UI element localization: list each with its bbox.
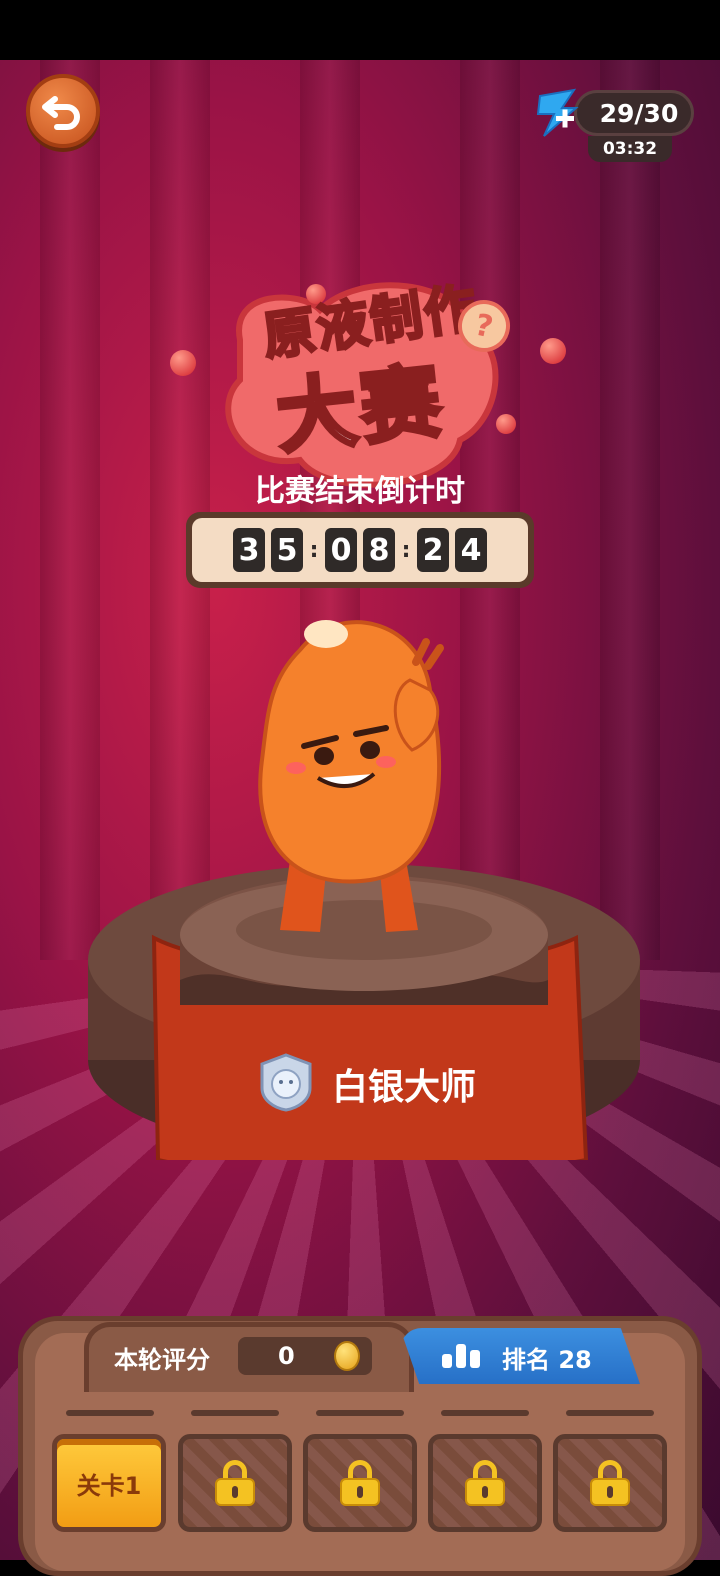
curtain-fold [600, 60, 660, 960]
back-button[interactable] [26, 74, 100, 148]
locked-level-2[interactable] [178, 1434, 292, 1532]
level-1-button[interactable]: 关卡1 [52, 1434, 166, 1532]
lock-icon [590, 1460, 630, 1506]
level-divider [316, 1410, 404, 1416]
decor-dot [496, 414, 516, 434]
lock-icon [465, 1460, 505, 1506]
energy-counter[interactable]: 29/30 03:32 [534, 86, 696, 166]
lock-icon [340, 1460, 380, 1506]
countdown-digit: 3 [233, 528, 265, 572]
status-bar [0, 0, 720, 60]
level-divider [441, 1410, 529, 1416]
energy-timer: 03:32 [588, 136, 672, 162]
countdown-label: 比赛结束倒计时 [255, 474, 465, 509]
countdown-digit: 5 [271, 528, 303, 572]
countdown-digit: 2 [417, 528, 449, 572]
undo-arrow-icon [42, 96, 80, 130]
coin-icon [334, 1341, 360, 1371]
countdown-colon: : [401, 537, 411, 563]
locked-level-4[interactable] [428, 1434, 542, 1532]
lock-icon [215, 1460, 255, 1506]
lightning-plus-icon[interactable] [534, 86, 582, 140]
level-divider [66, 1410, 154, 1416]
decor-dot [540, 338, 566, 364]
curtain-fold [40, 60, 100, 960]
curtain-fold [150, 60, 210, 960]
countdown-digit: 0 [325, 528, 357, 572]
score-label: 本轮评分 [114, 1346, 210, 1374]
score-value: 0 [278, 1342, 295, 1370]
decor-dot [170, 350, 196, 376]
countdown-digit: 8 [363, 528, 395, 572]
energy-value: 29/30 [574, 90, 694, 136]
level-divider [566, 1410, 654, 1416]
rank-title: 白银大师 [332, 1067, 477, 1108]
silver-badge-icon [260, 1053, 312, 1112]
countdown-timer: 3 5 : 0 8 : 2 4 [186, 512, 534, 588]
bar-chart-icon [442, 1344, 480, 1368]
jelly-mascot [258, 620, 444, 932]
level-divider [191, 1410, 279, 1416]
locked-level-3[interactable] [303, 1434, 417, 1532]
rank-label[interactable]: 排名 28 [502, 1340, 592, 1375]
locked-level-5[interactable] [553, 1434, 667, 1532]
countdown-digit: 4 [455, 528, 487, 572]
countdown-colon: : [309, 537, 319, 563]
